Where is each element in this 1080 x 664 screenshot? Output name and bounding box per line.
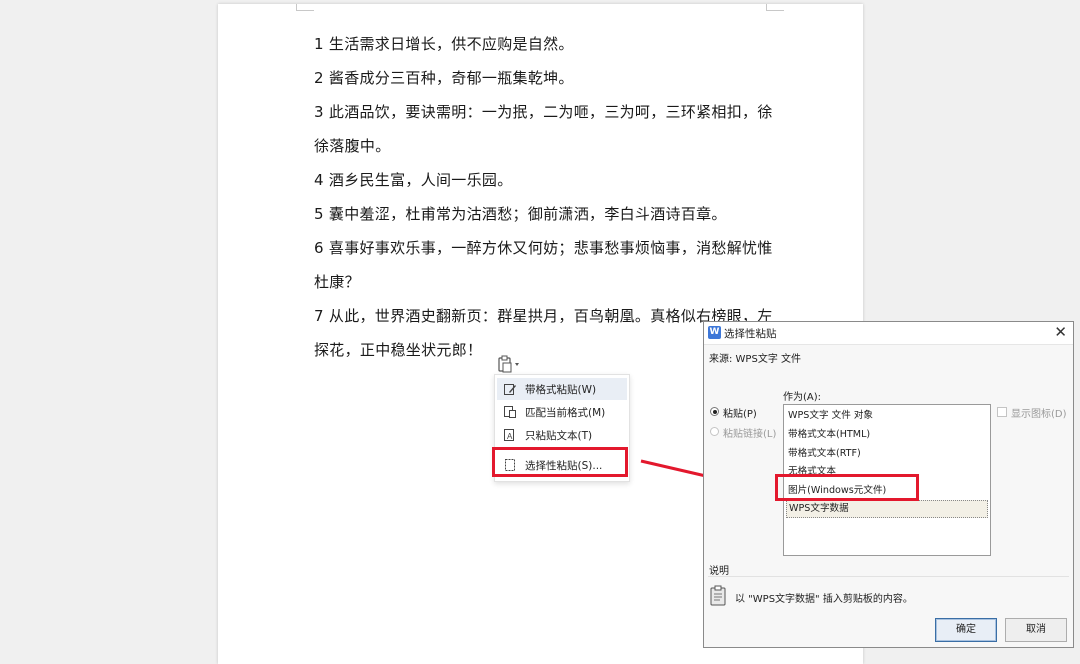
paste-options-button[interactable] [496, 354, 522, 374]
paste-formatted-icon [503, 382, 517, 396]
menu-item-match-format[interactable]: 匹配当前格式(M) [497, 401, 627, 423]
menu-item-paste-text[interactable]: A 只粘贴文本(T) [497, 424, 627, 446]
clipboard-icon [498, 355, 519, 373]
menu-item-paste-formatted[interactable]: 带格式粘贴(W) [497, 378, 627, 400]
menu-item-label: 匹配当前格式(M) [525, 406, 606, 419]
radio-paste-link[interactable] [710, 427, 719, 436]
document-line[interactable]: 1 生活需求日增长，供不应购是自然。 [314, 33, 574, 54]
paste-text-icon: A [503, 428, 517, 442]
clipboard-icon [709, 584, 729, 608]
paste-match-icon [503, 405, 517, 419]
document-line[interactable]: 6 喜事好事欢乐事，一醉方休又何妨；悲事愁事烦恼事，消愁解忧惟 [314, 237, 773, 258]
list-option[interactable]: 带格式文本(RTF) [786, 445, 988, 463]
as-label: 作为(A): [783, 392, 822, 403]
svg-text:A: A [507, 432, 513, 441]
page-corner-mark [766, 10, 784, 11]
menu-item-label: 只粘贴文本(T) [525, 429, 593, 442]
document-line[interactable]: 2 酱香成分三百种，奇郁一瓶集乾坤。 [314, 67, 574, 88]
show-icon-checkbox[interactable] [997, 407, 1007, 417]
radio-paste-label: 粘贴(P) [723, 409, 757, 420]
source-label: 来源: WPS文字 文件 [709, 354, 801, 365]
show-icon-label: 显示图标(D) [1011, 409, 1067, 420]
description-divider [708, 576, 1069, 577]
document-line[interactable]: 5 囊中羞涩，杜甫常为沽酒愁；御前潇洒，李白斗酒诗百章。 [314, 203, 727, 224]
list-option[interactable]: WPS文字 文件 对象 [786, 407, 988, 425]
paste-special-dialog: W 选择性粘贴 ✕ 来源: WPS文字 文件 作为(A): 粘贴(P) 粘贴链接… [703, 321, 1074, 648]
document-line[interactable]: 4 酒乡民生富，人间一乐园。 [314, 169, 513, 190]
list-option[interactable]: 带格式文本(HTML) [786, 426, 988, 444]
document-line[interactable]: 3 此酒品饮，要诀需明：一为抿，二为咂，三为呵，三环紧相扣，徐 [314, 101, 773, 122]
description-label: 说明 [709, 566, 729, 577]
description-text: 以 "WPS文字数据" 插入剪贴板的内容。 [735, 594, 913, 605]
highlight-box-picture-option [775, 474, 919, 501]
document-line[interactable]: 徐落腹中。 [314, 135, 391, 156]
radio-paste[interactable] [710, 407, 719, 416]
document-line[interactable]: 探花，正中稳坐状元郎！ [314, 339, 482, 360]
page-corner-mark [296, 10, 314, 11]
list-option-selected[interactable]: WPS文字数据 [786, 500, 988, 518]
dialog-title: 选择性粘贴 [724, 328, 777, 340]
close-icon[interactable]: ✕ [1054, 323, 1067, 341]
dialog-titlebar: W 选择性粘贴 ✕ [704, 322, 1073, 345]
radio-paste-link-label: 粘贴链接(L) [723, 429, 777, 440]
highlight-box-paste-special [492, 447, 628, 477]
ok-button[interactable]: 确定 [935, 618, 997, 642]
cancel-button[interactable]: 取消 [1005, 618, 1067, 642]
document-line[interactable]: 杜康？ [314, 271, 360, 292]
menu-item-label: 带格式粘贴(W) [525, 383, 597, 396]
wps-app-icon: W [708, 326, 721, 339]
